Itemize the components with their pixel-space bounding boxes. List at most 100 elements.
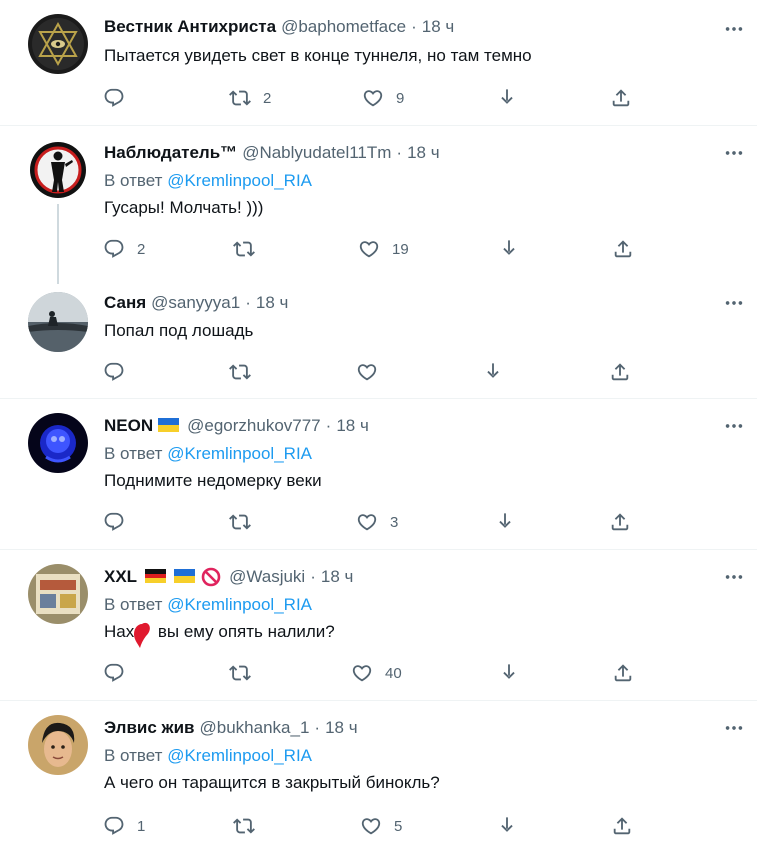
share-button[interactable]: [609, 510, 631, 534]
send-button[interactable]: [496, 86, 518, 110]
timestamp[interactable]: 18 ч: [407, 142, 440, 164]
share-button[interactable]: [612, 237, 634, 261]
tweet-header: Элвис жив @bukhanka_1 · 18 ч: [104, 717, 733, 739]
tweet[interactable]: Саня @sanyyya1 · 18 ч Попал под лошадь: [0, 282, 757, 399]
reply-button[interactable]: [103, 360, 137, 384]
display-name[interactable]: Наблюдатель™: [104, 142, 237, 164]
flag-ukraine-icon: [158, 418, 180, 432]
retweet-icon: [229, 87, 251, 109]
share-button[interactable]: [609, 360, 631, 384]
timestamp[interactable]: 18 ч: [321, 566, 354, 588]
send-button[interactable]: [496, 814, 518, 838]
share-upload-icon: [610, 87, 632, 109]
reply-button[interactable]: [103, 86, 137, 110]
tweet-text: Поднимите недомерку веки: [104, 471, 322, 490]
tweet-header: Саня @sanyyya1 · 18 ч: [104, 292, 733, 314]
separator-dot: ·: [411, 17, 417, 36]
avatar[interactable]: [28, 140, 88, 200]
avatar[interactable]: [28, 413, 88, 473]
retweet-button[interactable]: [229, 661, 263, 685]
mention-link[interactable]: @Kremlinpool_RIA: [167, 444, 312, 463]
tweet-text: Гусары! Молчать! ))): [104, 198, 264, 217]
tweet[interactable]: NEON @egorzhukov777 · 18 ч В ответ @Krem…: [0, 399, 757, 550]
like-button[interactable]: 5: [360, 814, 402, 838]
more-button[interactable]: [719, 142, 749, 164]
retweet-button[interactable]: [229, 360, 263, 384]
tweet-text: Пытается увидеть свет в конце туннеля, н…: [104, 46, 532, 65]
tweet[interactable]: Наблюдатель™ @Nablyudatel11Tm · 18 ч В о…: [0, 126, 757, 284]
avatar[interactable]: [28, 715, 88, 775]
mention-link[interactable]: @Kremlinpool_RIA: [167, 746, 312, 765]
more-button[interactable]: [719, 717, 749, 739]
tweet[interactable]: XXL @Wasjuki · 18 ч В ответ @Kremlinpool…: [0, 550, 757, 701]
send-button[interactable]: [498, 237, 520, 261]
share-button[interactable]: [611, 814, 633, 838]
timestamp[interactable]: 18 ч: [336, 415, 369, 437]
reply-count: 2: [137, 240, 146, 258]
like-button[interactable]: 9: [362, 86, 404, 110]
mention-link[interactable]: @Kremlinpool_RIA: [167, 171, 312, 190]
user-handle[interactable]: @egorzhukov777: [187, 415, 321, 437]
share-arrow-down-icon: [498, 662, 520, 684]
send-button[interactable]: [498, 661, 520, 685]
more-button[interactable]: [719, 566, 749, 588]
reply-button[interactable]: [103, 661, 137, 685]
share-button[interactable]: [610, 86, 632, 110]
avatar[interactable]: [28, 292, 88, 352]
user-handle[interactable]: @Nablyudatel11Tm: [242, 142, 391, 164]
like-button[interactable]: 40: [351, 661, 402, 685]
share-arrow-down-icon: [496, 87, 518, 109]
like-button[interactable]: [356, 360, 390, 384]
retweet-icon: [229, 511, 251, 533]
timestamp[interactable]: 18 ч: [325, 717, 358, 739]
share-upload-icon: [609, 511, 631, 533]
timestamp[interactable]: 18 ч: [422, 16, 455, 38]
send-button[interactable]: [494, 510, 516, 534]
reply-button[interactable]: [103, 510, 137, 534]
retweet-button[interactable]: 2: [229, 86, 271, 110]
display-name[interactable]: Элвис жив: [104, 717, 195, 739]
reply-button[interactable]: 1: [103, 814, 145, 838]
mention-link[interactable]: @Kremlinpool_RIA: [167, 595, 312, 614]
retweet-count: 2: [263, 89, 272, 107]
share-button[interactable]: [612, 661, 634, 685]
timestamp[interactable]: 18 ч: [256, 292, 289, 314]
display-name[interactable]: Саня: [104, 292, 146, 314]
more-button[interactable]: [719, 415, 749, 437]
reply-button[interactable]: 2: [103, 237, 145, 261]
reply-context: В ответ @Kremlinpool_RIA: [104, 745, 733, 767]
tweet-content: Саня @sanyyya1 · 18 ч Попал под лошадь: [104, 292, 733, 343]
reply-label: В ответ: [104, 746, 163, 765]
user-handle[interactable]: @sanyyya1: [151, 292, 240, 314]
more-button[interactable]: [719, 18, 749, 40]
tweet[interactable]: Вестник Антихриста @baphometface · 18 ч …: [0, 0, 757, 126]
user-handle[interactable]: @Wasjuki: [229, 566, 305, 588]
reply-icon: [103, 662, 125, 684]
share-upload-icon: [612, 662, 634, 684]
tweet-header: Наблюдатель™ @Nablyudatel11Tm · 18 ч: [104, 142, 733, 164]
more-button[interactable]: [719, 292, 749, 314]
send-button[interactable]: [482, 360, 504, 384]
avatar[interactable]: [28, 564, 88, 624]
retweet-button[interactable]: [233, 814, 267, 838]
retweet-button[interactable]: [229, 510, 263, 534]
separator-dot: ·: [325, 416, 332, 435]
display-name[interactable]: NEON: [104, 415, 153, 437]
like-button[interactable]: 19: [358, 237, 409, 261]
avatar-book-image: [28, 564, 88, 624]
tweet[interactable]: Элвис жив @bukhanka_1 · 18 ч В ответ @Kr…: [0, 701, 757, 847]
like-count: 3: [390, 513, 399, 531]
more-dots-icon: [723, 142, 745, 164]
user-handle[interactable]: @bukhanka_1: [200, 717, 310, 739]
like-button[interactable]: 3: [356, 510, 398, 534]
display-name[interactable]: Вестник Антихриста: [104, 16, 276, 38]
user-handle[interactable]: @baphometface: [281, 16, 406, 38]
avatar[interactable]: [28, 14, 88, 74]
retweet-button[interactable]: [233, 237, 267, 261]
reply-context: В ответ @Kremlinpool_RIA: [104, 594, 733, 616]
tweet-text: А чего он таращится в закрытый бинокль?: [104, 773, 440, 792]
flag-ukraine-icon: [174, 569, 196, 583]
display-name[interactable]: XXL: [104, 566, 137, 588]
share-upload-icon: [612, 238, 634, 260]
like-count: 19: [392, 240, 409, 258]
